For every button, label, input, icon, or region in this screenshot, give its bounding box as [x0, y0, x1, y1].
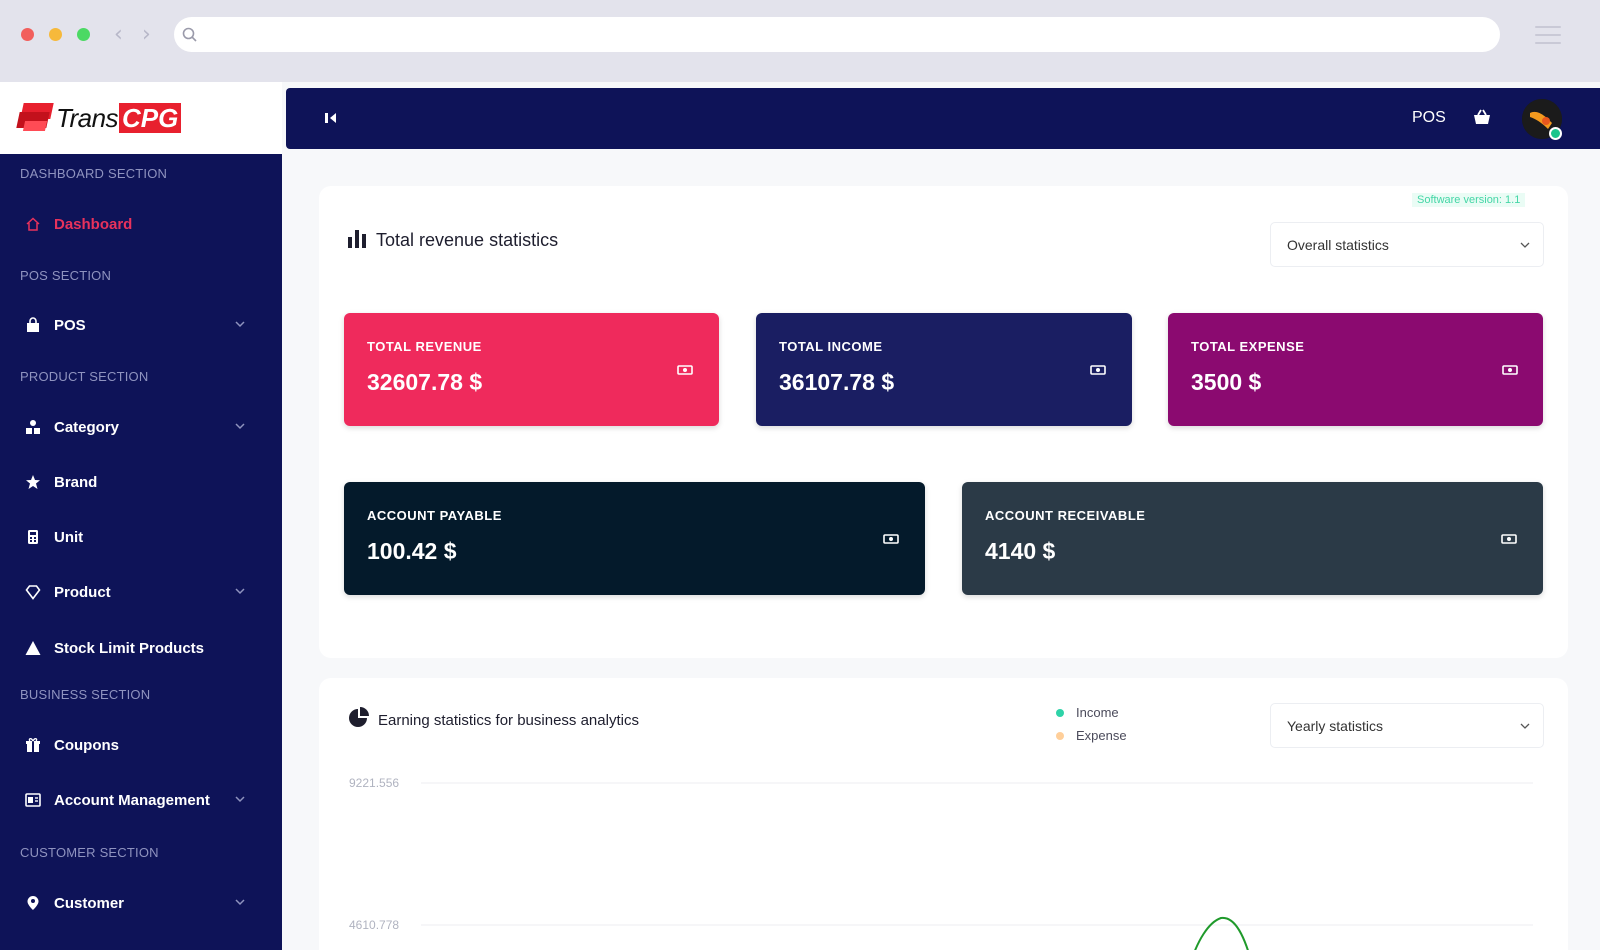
stat-label: ACCOUNT PAYABLE	[367, 508, 502, 523]
gift-icon	[24, 736, 42, 754]
chevron-down-icon	[235, 588, 245, 595]
sidebar-item-category[interactable]: Category	[0, 412, 282, 442]
total-revenue-card[interactable]: TOTAL REVENUE 32607.78 $	[344, 313, 719, 426]
window-maximize-button[interactable]	[77, 28, 90, 41]
total-income-card[interactable]: TOTAL INCOME 36107.78 $	[756, 313, 1132, 426]
cash-icon	[677, 363, 693, 382]
software-version-badge: Software version: 1.1	[1412, 193, 1526, 207]
income-series-line	[1194, 916, 1249, 950]
logo-text-highlight: CPG	[119, 103, 182, 133]
sidebar-item-label: Brand	[54, 473, 98, 491]
browser-toolbar: ‹ ›	[0, 0, 1600, 82]
logo-text: Trans	[56, 102, 119, 133]
sidebar-item-label: Unit	[54, 528, 84, 546]
account-payable-card[interactable]: ACCOUNT PAYABLE 100.42 $	[344, 482, 925, 595]
window-close-button[interactable]	[21, 28, 34, 41]
sidebar-item-label: Coupons	[54, 736, 119, 754]
window-minimize-button[interactable]	[49, 28, 62, 41]
section-label-dashboard: DASHBOARD SECTION	[20, 166, 168, 181]
diamond-icon	[24, 583, 42, 601]
category-icon	[24, 418, 42, 436]
section-label-product: PRODUCT SECTION	[20, 369, 149, 384]
sidebar-item-pos[interactable]: POS	[0, 310, 282, 340]
top-header: POS	[286, 88, 1600, 149]
sidebar-item-customer[interactable]: Customer	[0, 888, 282, 918]
sidebar-item-label: Account Management	[54, 791, 210, 809]
sidebar-item-brand[interactable]: Brand	[0, 467, 282, 497]
cash-icon	[883, 532, 899, 551]
sidebar-item-label: Dashboard	[54, 215, 133, 233]
chevron-down-icon	[1520, 242, 1530, 248]
statistics-period-select[interactable]: Overall statistics	[1270, 222, 1544, 267]
earning-statistics-card: Earning statistics for business analytic…	[319, 678, 1568, 950]
stat-value: 100.42 $	[367, 538, 457, 564]
basket-icon[interactable]	[1472, 108, 1492, 131]
sidebar-item-label: Stock Limit Products	[54, 639, 205, 657]
forward-arrow-icon[interactable]: ›	[142, 22, 151, 47]
star-icon	[24, 473, 42, 491]
revenue-title: Total revenue statistics	[347, 228, 558, 253]
search-icon	[182, 27, 197, 42]
address-bar[interactable]	[174, 17, 1500, 52]
y-tick-label: 9221.556	[349, 776, 399, 790]
stat-value: 3500 $	[1191, 369, 1262, 395]
cash-icon	[1502, 363, 1518, 382]
select-value: Overall statistics	[1287, 236, 1389, 253]
stat-label: ACCOUNT RECEIVABLE	[985, 508, 1146, 523]
section-label-customer: CUSTOMER SECTION	[20, 845, 159, 860]
chevron-down-icon	[235, 321, 245, 328]
customer-icon	[24, 894, 42, 912]
stat-label: TOTAL EXPENSE	[1191, 339, 1305, 354]
section-label-pos: POS SECTION	[20, 268, 112, 283]
back-arrow-icon[interactable]: ‹	[114, 22, 123, 47]
sidebar-item-label: Product	[54, 583, 111, 601]
cash-icon	[1090, 363, 1106, 382]
sidebar-item-label: Category	[54, 418, 120, 436]
collapse-icon[interactable]	[324, 110, 338, 130]
sidebar-item-unit[interactable]: Unit	[0, 522, 282, 552]
sidebar: Trans CPG DASHBOARD SECTION Dashboard PO…	[0, 82, 282, 950]
stat-value: 4140 $	[985, 538, 1056, 564]
revenue-title-text: Total revenue statistics	[376, 230, 559, 250]
sidebar-item-coupons[interactable]: Coupons	[0, 730, 282, 760]
section-label-business: BUSINESS SECTION	[20, 687, 151, 702]
warning-icon	[24, 639, 42, 657]
account-receivable-card[interactable]: ACCOUNT RECEIVABLE 4140 $	[962, 482, 1543, 595]
sidebar-item-label: Customer	[54, 894, 125, 912]
unit-icon	[24, 528, 42, 546]
revenue-statistics-card: Software version: 1.1 Total revenue stat…	[319, 186, 1568, 658]
cash-icon	[1501, 532, 1517, 551]
app-window: Trans CPG DASHBOARD SECTION Dashboard PO…	[0, 82, 1600, 950]
bar-chart-icon	[347, 228, 369, 253]
earnings-line-chart: 9221.556 4610.778	[349, 776, 1533, 950]
sidebar-item-label: POS	[54, 316, 86, 334]
sidebar-item-product[interactable]: Product	[0, 577, 282, 607]
stat-label: TOTAL REVENUE	[367, 339, 482, 354]
logo[interactable]: Trans CPG	[0, 82, 282, 154]
stat-label: TOTAL INCOME	[779, 339, 883, 354]
stat-value: 36107.78 $	[779, 369, 895, 395]
y-tick-label: 4610.778	[349, 918, 399, 932]
sidebar-item-account-management[interactable]: Account Management	[0, 785, 282, 815]
sidebar-item-stock-limit-products[interactable]: Stock Limit Products	[0, 633, 282, 663]
chevron-down-icon	[235, 423, 245, 430]
logo-mark-icon	[16, 103, 54, 133]
total-expense-card[interactable]: TOTAL EXPENSE 3500 $	[1168, 313, 1543, 426]
shopping-bag-icon	[24, 316, 42, 334]
chevron-down-icon	[235, 899, 245, 906]
chevron-down-icon	[235, 796, 245, 803]
online-status-indicator	[1549, 127, 1562, 140]
stat-value: 32607.78 $	[367, 369, 483, 395]
browser-menu-icon[interactable]	[1535, 26, 1561, 50]
home-icon	[24, 215, 42, 233]
sidebar-item-dashboard[interactable]: Dashboard	[0, 209, 282, 239]
account-icon	[24, 791, 42, 809]
pos-link[interactable]: POS	[1412, 109, 1446, 127]
